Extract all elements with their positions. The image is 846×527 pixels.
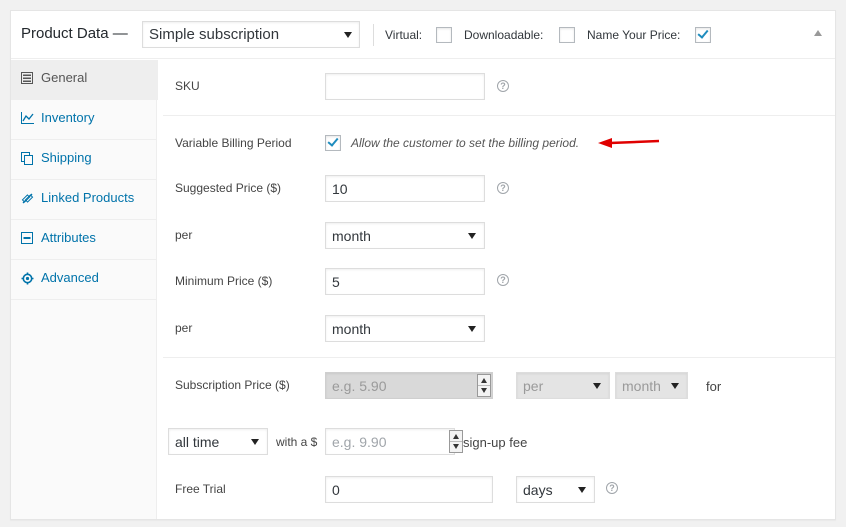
- downloadable-label: Downloadable:: [464, 28, 544, 42]
- variable-billing-description: Allow the customer to set the billing pe…: [351, 136, 580, 150]
- free-trial-input[interactable]: 0: [325, 476, 493, 503]
- panel-title: Product Data —: [21, 25, 128, 42]
- sku-input[interactable]: [325, 73, 485, 100]
- help-icon[interactable]: ?: [497, 182, 509, 194]
- trial-period-select[interactable]: days: [516, 476, 595, 503]
- minimum-price-input[interactable]: 5: [325, 268, 485, 295]
- product-type-select[interactable]: Simple subscription: [142, 21, 360, 48]
- inventory-icon: [21, 112, 34, 126]
- help-icon[interactable]: ?: [606, 482, 618, 494]
- price-stepper[interactable]: [477, 374, 491, 397]
- downloadable-checkbox[interactable]: [559, 27, 575, 43]
- minimum-price-label: Minimum Price ($): [175, 274, 273, 288]
- chevron-up-icon: [453, 434, 459, 439]
- signup-fee-stepper[interactable]: [449, 430, 463, 453]
- chevron-down-icon: [671, 383, 679, 389]
- billing-interval-select[interactable]: per: [516, 372, 610, 399]
- suggested-per-label: per: [175, 228, 193, 242]
- tab-general[interactable]: General: [11, 60, 158, 100]
- free-trial-label: Free Trial: [175, 482, 226, 496]
- subscription-price-input[interactable]: e.g. 5.90: [325, 372, 493, 399]
- suggested-period-value: month: [332, 228, 371, 244]
- tab-advanced[interactable]: Advanced: [11, 260, 157, 300]
- collapse-toggle-icon[interactable]: [814, 30, 822, 36]
- name-your-price-checkbox[interactable]: [695, 27, 711, 43]
- tab-advanced-label: Advanced: [41, 270, 99, 285]
- tab-attributes-label: Attributes: [41, 230, 96, 245]
- minimum-per-label: per: [175, 321, 193, 335]
- checkmark-icon: [327, 135, 339, 147]
- minimum-period-select[interactable]: month: [325, 315, 485, 342]
- for-label: for: [706, 379, 722, 394]
- virtual-checkbox[interactable]: [436, 27, 452, 43]
- help-icon[interactable]: ?: [497, 80, 509, 92]
- checkmark-icon: [697, 27, 709, 39]
- help-icon[interactable]: ?: [497, 274, 509, 286]
- sku-label: SKU: [175, 79, 200, 93]
- stepper-divider: [450, 441, 462, 442]
- suggested-period-select[interactable]: month: [325, 222, 485, 249]
- variable-billing-checkbox[interactable]: [325, 135, 341, 151]
- suggested-price-label: Suggested Price ($): [175, 181, 282, 195]
- chevron-down-icon: [468, 326, 476, 332]
- variable-billing-label: Variable Billing Period: [175, 136, 292, 150]
- chevron-down-icon: [593, 383, 601, 389]
- suggested-price-input[interactable]: 10: [325, 175, 485, 202]
- tab-inventory[interactable]: Inventory: [11, 100, 157, 140]
- minimum-period-value: month: [332, 321, 371, 337]
- tab-inventory-label: Inventory: [41, 110, 95, 125]
- product-data-tabs: General Inventory Shipping Linked Produc…: [11, 60, 158, 519]
- with-a-label: with a $: [276, 435, 318, 449]
- chevron-down-icon: [578, 487, 586, 493]
- billing-interval-value: per: [523, 378, 544, 394]
- red-arrow-annotation: [598, 138, 660, 148]
- chevron-down-icon: [468, 233, 476, 239]
- virtual-label: Virtual:: [385, 28, 423, 42]
- subscription-price-label: Subscription Price ($): [175, 378, 290, 392]
- header-separator: [373, 24, 374, 46]
- stepper-divider: [478, 385, 490, 386]
- gear-icon: [21, 272, 34, 286]
- panel-header: Product Data — Simple subscription Virtu…: [11, 11, 835, 59]
- signup-fee-label: sign-up fee: [463, 435, 528, 450]
- section-divider: [163, 115, 835, 116]
- tab-general-label: General: [41, 70, 88, 85]
- chevron-down-icon: [481, 388, 487, 393]
- tab-shipping[interactable]: Shipping: [11, 140, 157, 180]
- billing-period-select[interactable]: month: [615, 372, 688, 399]
- chevron-up-icon: [481, 378, 487, 383]
- name-your-price-label: Name Your Price:: [587, 28, 681, 42]
- tab-linked-products-label: Linked Products: [41, 190, 135, 205]
- general-icon: [21, 72, 33, 86]
- tab-attributes[interactable]: Attributes: [11, 220, 157, 260]
- attributes-icon: [21, 232, 33, 246]
- general-tab-panel: SKU ? Variable Billing Period Allow the …: [158, 60, 835, 519]
- tab-linked-products[interactable]: Linked Products: [11, 180, 157, 220]
- subscription-length-select[interactable]: all time: [168, 428, 268, 455]
- trial-period-value: days: [523, 482, 553, 498]
- product-data-panel: Product Data — Simple subscription Virtu…: [10, 10, 836, 520]
- product-type-value: Simple subscription: [149, 26, 280, 43]
- chevron-down-icon: [453, 444, 459, 449]
- subscription-length-value: all time: [175, 434, 220, 450]
- tab-shipping-label: Shipping: [41, 150, 92, 165]
- shipping-icon: [21, 152, 33, 166]
- link-icon: [21, 192, 34, 206]
- billing-period-value: month: [622, 378, 661, 394]
- chevron-down-icon: [251, 439, 259, 445]
- section-divider: [163, 357, 835, 358]
- signup-fee-input[interactable]: e.g. 9.90: [325, 428, 455, 455]
- chevron-down-icon: [344, 32, 352, 38]
